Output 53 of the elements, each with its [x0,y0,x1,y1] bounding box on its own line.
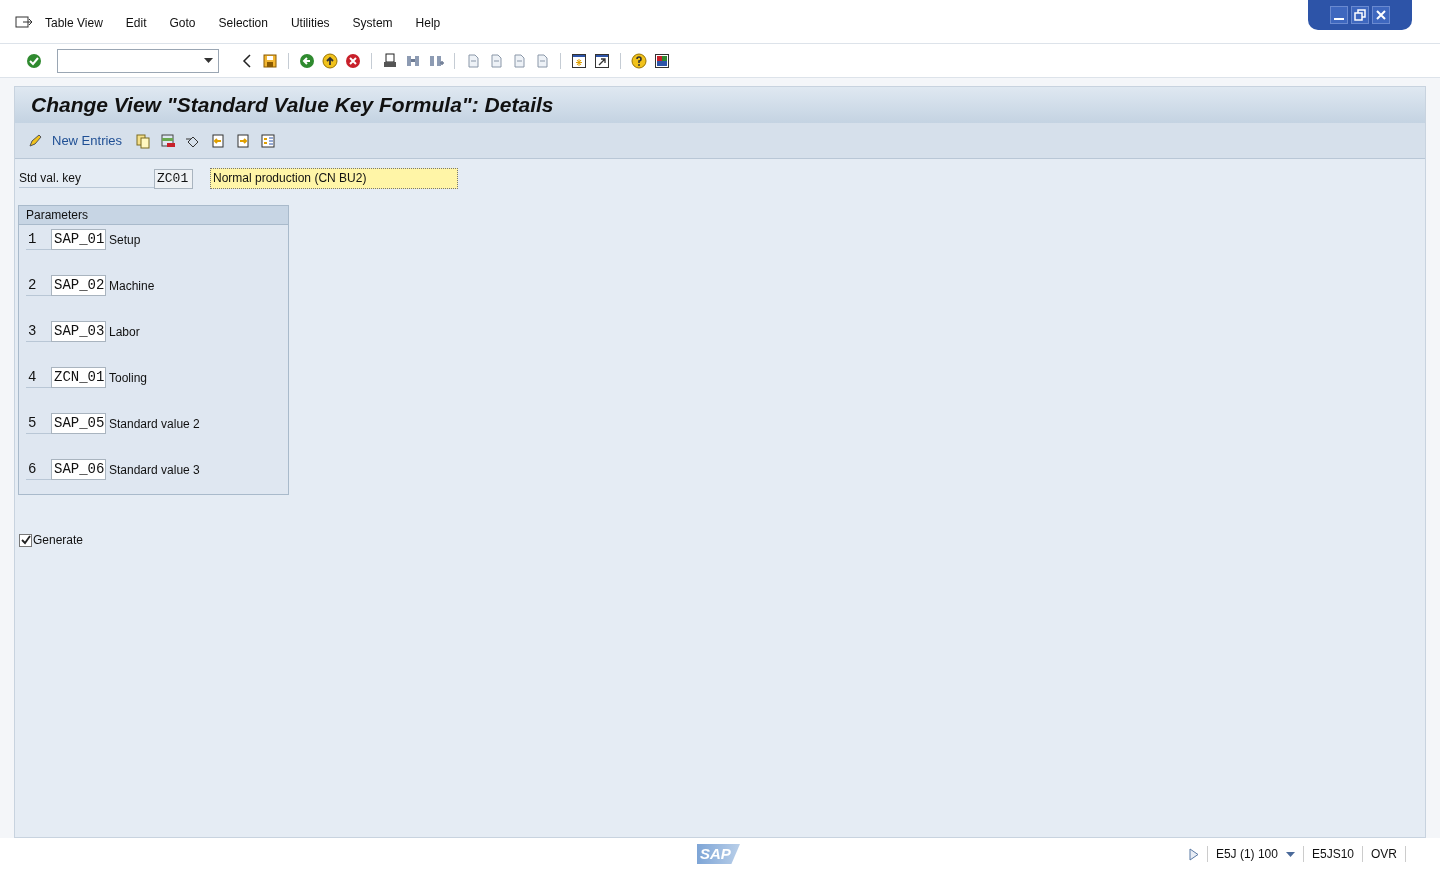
shortcut-icon[interactable] [594,52,610,69]
layout-icon[interactable] [654,52,670,69]
parameter-text: Labor [109,323,140,341]
checkmark-icon[interactable] [26,52,42,69]
previous-entry-icon[interactable] [210,132,227,149]
parameter-field[interactable]: SAP_05 [51,413,106,434]
parameter-field[interactable]: ZCN_01 [51,367,106,388]
select-entry-icon[interactable] [260,132,277,149]
parameter-text: Setup [109,231,141,249]
close-icon[interactable] [1372,6,1390,24]
delete-icon[interactable] [160,132,177,149]
play-icon[interactable] [1188,847,1199,861]
generate-checkbox[interactable] [19,533,32,547]
cancel-icon[interactable] [345,52,361,69]
parameter-field[interactable]: SAP_06 [51,459,106,480]
help-icon[interactable] [631,52,647,69]
sap-logo: SAP [697,844,740,864]
command-field[interactable] [57,48,219,73]
parameter-field[interactable]: SAP_02 [51,275,106,296]
system-info: E5J (1) 100 [1215,846,1278,863]
screen-title: Change View "Standard Value Key Formula": Details [31,92,554,119]
server-info: E5JS10 [1311,846,1354,863]
dropdown-icon[interactable] [1285,851,1295,857]
menu-item[interactable]: Utilities [290,13,330,32]
menu-item[interactable]: System [352,13,393,32]
parameter-field[interactable]: SAP_03 [51,321,106,342]
insert-mode: OVR [1371,846,1397,863]
group-title: Parameters [19,206,288,225]
new-entries-button[interactable]: New Entries [52,130,123,151]
new-window-icon[interactable] [571,52,587,69]
description-field[interactable]: Normal production (CN BU2) [210,168,458,189]
restore-icon[interactable] [1351,6,1369,24]
pencil-icon[interactable] [27,132,43,149]
print-icon[interactable] [382,52,398,69]
parameter-text: Standard value 3 [109,461,200,479]
parameter-text: Machine [109,277,155,295]
menu-item[interactable]: Edit [125,13,147,32]
dropdown-icon[interactable] [204,58,213,63]
parameter-text: Standard value 2 [109,415,200,433]
parameter-field[interactable]: SAP_01 [51,229,106,250]
menu-item[interactable]: Goto [169,13,196,32]
parameter-text: Tooling [109,369,148,387]
menu-item[interactable]: Table View [45,13,103,32]
menu-item[interactable]: Help [415,13,441,32]
save-icon[interactable] [262,52,278,69]
next-entry-icon[interactable] [235,132,252,149]
minimize-icon[interactable] [1330,6,1348,24]
back-icon[interactable] [299,52,315,69]
std-value-key-field[interactable]: ZC01 [154,168,193,189]
menu-item[interactable]: Selection [218,13,268,32]
copy-icon[interactable] [135,132,152,149]
menu-icon[interactable] [15,14,33,29]
checkbox-label: Generate [33,532,84,549]
